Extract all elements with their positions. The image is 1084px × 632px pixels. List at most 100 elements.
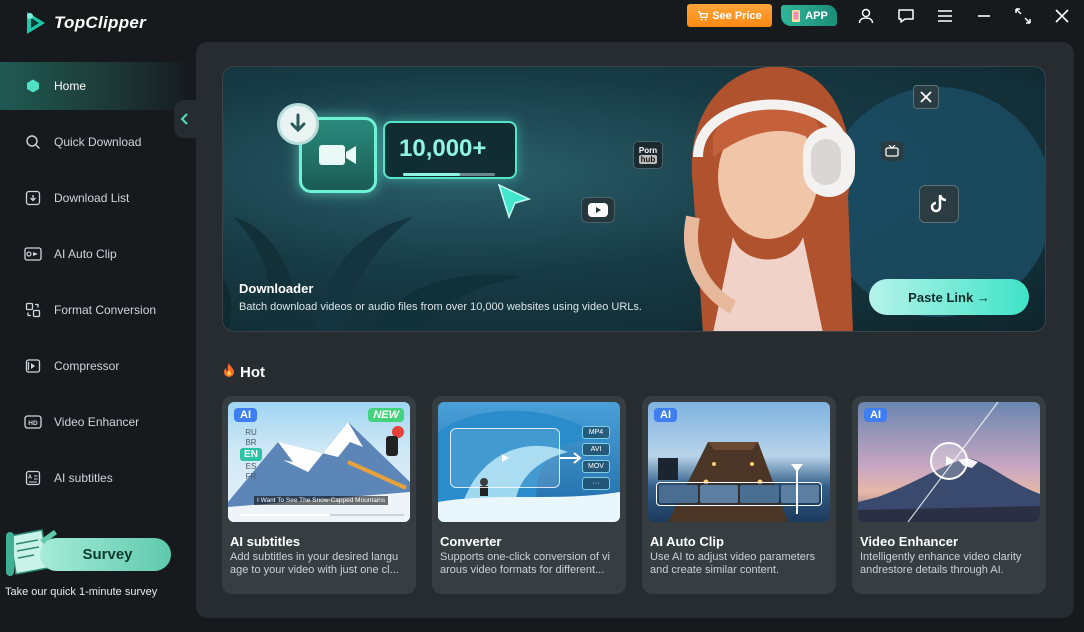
ai-subtitles-icon: A xyxy=(24,469,42,487)
card-desc-line: andrestore details through AI. xyxy=(860,564,1004,576)
hot-label: Hot xyxy=(240,363,265,381)
pornhub-icon: Porn hub xyxy=(633,141,663,169)
hd-icon: HD xyxy=(24,413,42,431)
sidebar-item-ai-auto-clip[interactable]: AI Auto Clip xyxy=(0,230,185,278)
menu-icon[interactable] xyxy=(935,6,955,26)
sidebar-item-format-conversion[interactable]: Format Conversion xyxy=(0,286,185,334)
card-ai-auto-clip[interactable]: AI AI Auto Clip Use AI to adjust video p… xyxy=(642,396,836,594)
tv-icon xyxy=(881,141,903,161)
card-desc-line: Intelligently enhance video clarity xyxy=(860,551,1022,563)
close-icon[interactable] xyxy=(1052,6,1072,26)
home-icon xyxy=(24,77,42,95)
card-desc-line: Supports one-click conversion of vi xyxy=(440,551,610,563)
card-converter[interactable]: MP4 AVI MOV ··· Converter Supports one-c… xyxy=(432,396,626,594)
format-item: MOV xyxy=(582,460,610,473)
maximize-icon[interactable] xyxy=(1013,6,1033,26)
card-description: Intelligently enhance video clarity andr… xyxy=(860,551,1040,577)
card-desc-line: arous video formats for different... xyxy=(440,564,605,576)
sidebar-item-label: Home xyxy=(54,79,87,93)
sidebar-item-label: Quick Download xyxy=(54,135,142,149)
app-logo: TopClipper xyxy=(24,10,146,36)
format-conversion-icon xyxy=(24,301,42,319)
ai-clip-icon xyxy=(24,245,42,263)
video-counter-widget: 10,000+ xyxy=(277,103,532,220)
lang-item-selected: EN xyxy=(240,448,262,461)
sidebar-item-label: AI Auto Clip xyxy=(54,247,117,261)
playhead-marker-icon xyxy=(791,464,803,472)
survey-button[interactable]: Survey xyxy=(40,538,171,571)
sidebar-item-compressor[interactable]: Compressor xyxy=(0,342,185,390)
playhead xyxy=(796,466,798,514)
lang-item: BR xyxy=(245,438,257,447)
banner-counter: 10,000+ xyxy=(399,135,487,162)
sidebar-item-home[interactable]: Home xyxy=(0,62,185,110)
phone-icon xyxy=(792,9,801,22)
ai-badge: AI xyxy=(654,408,677,422)
app-name: TopClipper xyxy=(54,13,147,32)
card-video-enhancer[interactable]: AI Video Enhancer Intelligently enhance … xyxy=(852,396,1046,594)
card-description: Supports one-click conversion of vi arou… xyxy=(440,551,620,577)
play-button-icon xyxy=(930,442,968,480)
sidebar-item-label: Download List xyxy=(54,191,130,205)
ai-badge: AI xyxy=(234,408,257,422)
download-arrow-icon xyxy=(277,103,319,145)
app-button[interactable]: APP xyxy=(781,5,837,26)
format-item: AVI xyxy=(582,443,610,456)
sidebar-item-quick-download[interactable]: Quick Download xyxy=(0,118,185,166)
app-label: APP xyxy=(805,9,828,22)
minimize-icon[interactable] xyxy=(974,6,994,26)
lang-item: RU xyxy=(245,428,257,437)
card-title: Video Enhancer xyxy=(860,534,959,549)
download-list-icon xyxy=(24,189,42,207)
pornhub-hub-text: hub xyxy=(638,155,658,164)
format-list: MP4 AVI MOV ··· xyxy=(582,426,610,490)
paste-link-button[interactable]: Paste Link → xyxy=(869,279,1029,315)
account-icon[interactable] xyxy=(856,6,876,26)
sidebar-item-label: Video Enhancer xyxy=(54,415,140,429)
ai-badge: AI xyxy=(864,408,887,422)
card-title: AI Auto Clip xyxy=(650,534,724,549)
sidebar-item-video-enhancer[interactable]: HD Video Enhancer xyxy=(0,398,185,446)
card-description: Add subtitles in your desired langu age … xyxy=(230,551,410,577)
sidebar-collapse-button[interactable] xyxy=(174,100,196,138)
survey-note: Take our quick 1-minute survey xyxy=(5,586,158,598)
survey-widget: Survey Take our quick 1-minute survey xyxy=(0,520,190,610)
converter-thumbnail: MP4 AVI MOV ··· xyxy=(438,402,620,522)
lang-item: FR xyxy=(245,472,257,481)
svg-text:HD: HD xyxy=(28,420,38,427)
sidebar-item-ai-subtitles[interactable]: A AI subtitles xyxy=(0,454,185,502)
card-ai-subtitles[interactable]: RU BR EN ES FR I Want To See The Snow-Ca… xyxy=(222,396,416,594)
format-item: ··· xyxy=(582,477,610,490)
sidebar-item-label: AI subtitles xyxy=(54,471,113,485)
card-desc-line: Use AI to adjust video parameters xyxy=(650,551,816,563)
language-list: RU BR EN ES FR xyxy=(236,428,266,481)
card-desc-line: age to your video with just one cl... xyxy=(230,564,399,576)
logo-icon xyxy=(24,10,48,36)
card-title: Converter xyxy=(440,534,502,549)
sidebar-item-label: Compressor xyxy=(54,359,120,373)
card-desc-line: Add subtitles in your desired langu xyxy=(230,551,399,563)
main-panel: 10,000+ Porn hub Downloader Batch downlo… xyxy=(196,42,1074,618)
format-item: MP4 xyxy=(582,426,610,439)
new-badge: NEW xyxy=(368,408,404,422)
fire-icon xyxy=(222,362,236,382)
chevron-left-icon xyxy=(180,113,188,125)
youtube-icon xyxy=(581,197,615,223)
see-price-button[interactable]: See Price xyxy=(687,4,772,27)
card-desc-line: and create similar content. xyxy=(650,564,780,576)
search-icon xyxy=(24,133,42,151)
card-description: Use AI to adjust video parameters and cr… xyxy=(650,551,830,577)
compressor-icon xyxy=(24,357,42,375)
app-window: TopClipper See Price APP Home Quick Down… xyxy=(0,0,1084,632)
woman-with-headphones-photo xyxy=(673,67,873,331)
pornhub-text: Porn xyxy=(638,146,658,155)
cursor-icon xyxy=(497,183,532,224)
card-title: AI subtitles xyxy=(230,534,301,549)
feedback-icon[interactable] xyxy=(896,6,916,26)
sidebar-item-label: Format Conversion xyxy=(54,303,157,317)
banner-title: Downloader xyxy=(239,281,314,296)
sidebar-item-download-list[interactable]: Download List xyxy=(0,174,185,222)
video-progress-bar xyxy=(240,514,404,516)
lang-item: ES xyxy=(245,462,257,471)
svg-text:A: A xyxy=(28,475,32,481)
